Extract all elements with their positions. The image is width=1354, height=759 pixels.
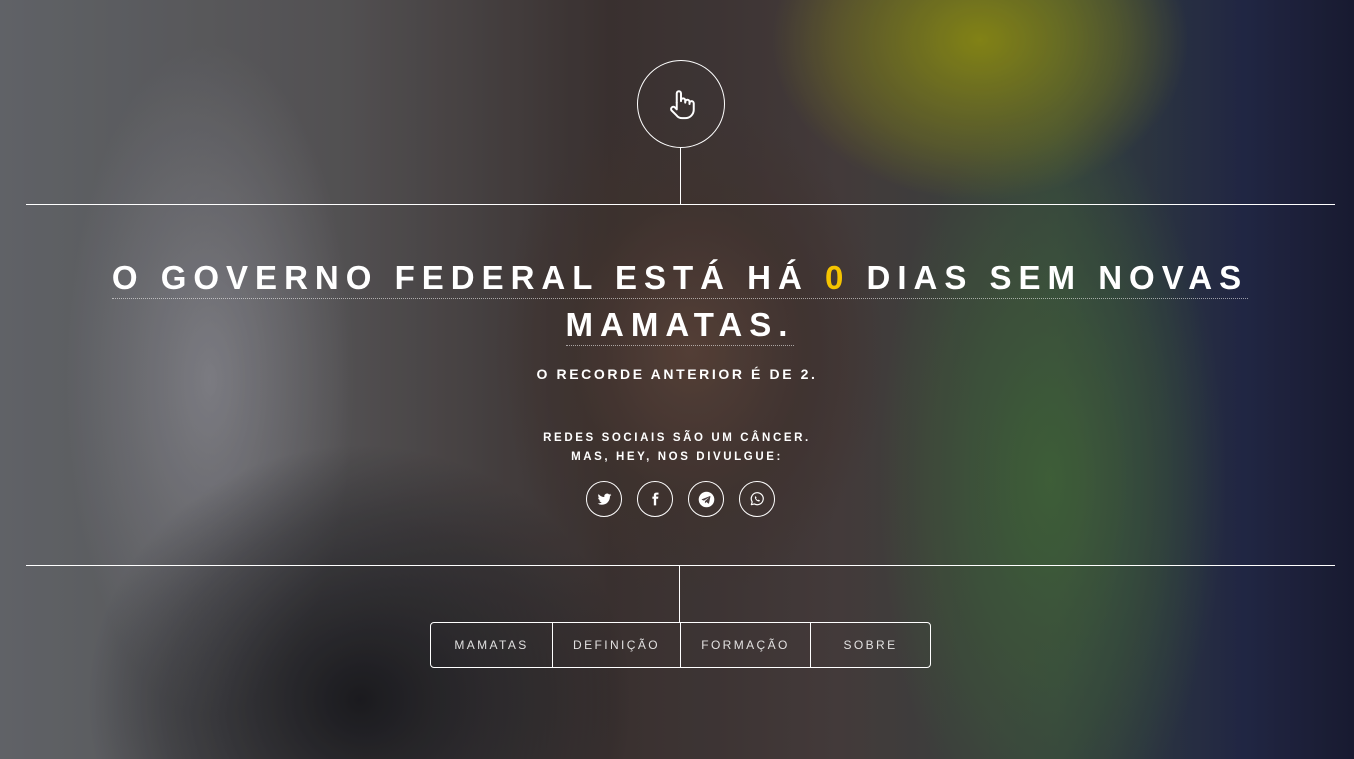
previous-record-text: O RECORDE ANTERIOR É DE 2. <box>536 366 818 382</box>
headline-line1: O GOVERNO FEDERAL ESTÁ HÁ 0 DIAS SEM NOV… <box>111 259 1249 299</box>
headline-line2: MAMATAS. <box>565 306 795 346</box>
share-prompt-line1: REDES SOCIAIS SÃO UM CÂNCER. <box>543 432 811 444</box>
telegram-share-button[interactable] <box>688 481 724 517</box>
telegram-icon <box>698 491 714 507</box>
share-prompt: REDES SOCIAIS SÃO UM CÂNCER. MAS, HEY, N… <box>0 429 1354 467</box>
social-share-buttons <box>586 481 775 517</box>
facebook-share-button[interactable] <box>637 481 673 517</box>
nav-item-sobre[interactable]: SOBRE <box>810 623 930 667</box>
twitter-icon <box>597 493 611 505</box>
days-counter: 0 <box>825 259 851 296</box>
nav-item-definicao[interactable]: DEFINIÇÃO <box>552 623 680 667</box>
share-prompt-line2: MAS, HEY, NOS DIVULGUE: <box>571 451 783 463</box>
whatsapp-icon <box>750 492 764 506</box>
connector-line-bottom <box>679 566 680 622</box>
headline: O GOVERNO FEDERAL ESTÁ HÁ 0 DIAS SEM NOV… <box>100 254 1260 348</box>
nav-item-formacao[interactable]: FORMAÇÃO <box>680 623 810 667</box>
twitter-share-button[interactable] <box>586 481 622 517</box>
divider-top <box>26 204 1335 205</box>
pointer-hand-button[interactable] <box>637 60 725 148</box>
nav-item-mamatas[interactable]: MAMATAS <box>431 623 552 667</box>
main-nav: MAMATAS DEFINIÇÃO FORMAÇÃO SOBRE <box>430 622 931 668</box>
whatsapp-share-button[interactable] <box>739 481 775 517</box>
facebook-icon <box>652 492 659 506</box>
connector-line-top <box>680 147 681 204</box>
pointer-hand-icon <box>670 90 695 120</box>
divider-bottom <box>26 565 1335 566</box>
